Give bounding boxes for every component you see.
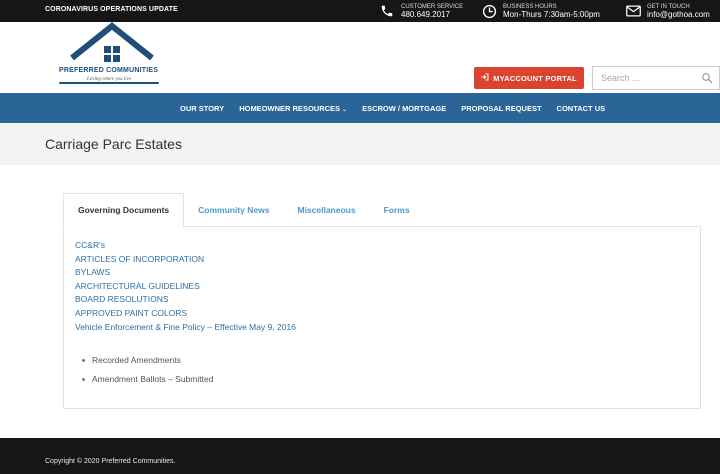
search-icon[interactable] [701, 71, 713, 89]
contact-email[interactable]: info@gothoa.com [647, 11, 710, 19]
list-item[interactable]: Recorded Amendments [82, 351, 213, 370]
search-input[interactable] [593, 67, 693, 89]
search-box [592, 66, 720, 90]
document-list: CC&R's ARTICLES OF INCORPORATION BYLAWS … [75, 239, 296, 334]
customer-service-info[interactable]: CUSTOMER SERVICE 480.649.2017 [378, 2, 463, 20]
tab-governing-documents[interactable]: Governing Documents [63, 193, 185, 227]
document-link-architectural-guidelines[interactable]: ARCHITECTURAL GUIDELINES [75, 280, 296, 294]
logo-swoosh [59, 82, 159, 84]
document-link-paint-colors[interactable]: APPROVED PAINT COLORS [75, 307, 296, 321]
clock-icon [480, 2, 498, 20]
site-logo[interactable]: PREFERRED COMMUNITIES Loving where you l… [57, 22, 167, 92]
list-item[interactable]: Amendment Ballots – Submitted [82, 370, 213, 389]
nav-our-story[interactable]: OUR STORY [180, 104, 224, 113]
document-link-ccrs[interactable]: CC&R's [75, 239, 296, 253]
chevron-down-icon: ⌄ [342, 106, 348, 113]
business-hours-value: Mon-Thurs 7:30am-5:00pm [503, 10, 600, 19]
phone-icon [378, 2, 396, 20]
business-hours-info: BUSINESS HOURS Mon-Thurs 7:30am-5:00pm [480, 2, 600, 20]
document-link-bylaws[interactable]: BYLAWS [75, 266, 296, 280]
myaccount-portal-button[interactable]: MYACCOUNT PORTAL [474, 67, 584, 89]
login-icon [481, 73, 489, 83]
portal-button-label: MYACCOUNT PORTAL [493, 73, 577, 83]
tab-community-news[interactable]: Community News [184, 193, 283, 227]
copyright-text: Copyright © 2020 Preferred Communities. [45, 458, 176, 465]
nav-contact-us[interactable]: CONTACT US [557, 104, 606, 113]
mail-icon [624, 2, 642, 20]
page-title: Carriage Parc Estates [45, 136, 182, 152]
main-nav: OUR STORY HOMEOWNER RESOURCES ⌄ ESCROW / … [0, 93, 720, 123]
get-in-touch-info[interactable]: GET IN TOUCH info@gothoa.com [624, 2, 710, 20]
bullet-icon [82, 359, 85, 363]
nav-proposal-request[interactable]: PROPOSAL REQUEST [461, 104, 541, 113]
site-header: PREFERRED COMMUNITIES Loving where you l… [0, 22, 720, 93]
customer-service-phone[interactable]: 480.649.2017 [401, 11, 463, 19]
tab-miscellaneous[interactable]: Miscellaneous [283, 193, 369, 227]
amendment-list: Recorded Amendments Amendment Ballots – … [82, 351, 213, 389]
document-link-articles[interactable]: ARTICLES OF INCORPORATION [75, 253, 296, 267]
site-footer: Copyright © 2020 Preferred Communities. [0, 438, 720, 474]
coronavirus-update-link[interactable]: CORONAVIRUS OPERATIONS UPDATE [45, 6, 178, 13]
page-title-band: Carriage Parc Estates [0, 123, 720, 165]
tab-forms[interactable]: Forms [370, 193, 424, 227]
bullet-icon [82, 378, 85, 382]
document-link-board-resolutions[interactable]: BOARD RESOLUTIONS [75, 293, 296, 307]
top-bar: CORONAVIRUS OPERATIONS UPDATE CUSTOMER S… [0, 0, 720, 22]
nav-homeowner-resources[interactable]: HOMEOWNER RESOURCES ⌄ [239, 104, 347, 113]
document-link-vehicle-policy[interactable]: Vehicle Enforcement & Fine Policy – Effe… [75, 321, 296, 335]
tab-panel-governing-documents: CC&R's ARTICLES OF INCORPORATION BYLAWS … [63, 226, 701, 409]
tab-bar: Governing Documents Community News Misce… [63, 193, 424, 227]
house-logo-icon [70, 22, 154, 62]
logo-brand-text: PREFERRED COMMUNITIES [59, 67, 159, 74]
nav-escrow-mortgage[interactable]: ESCROW / MORTGAGE [362, 104, 446, 113]
